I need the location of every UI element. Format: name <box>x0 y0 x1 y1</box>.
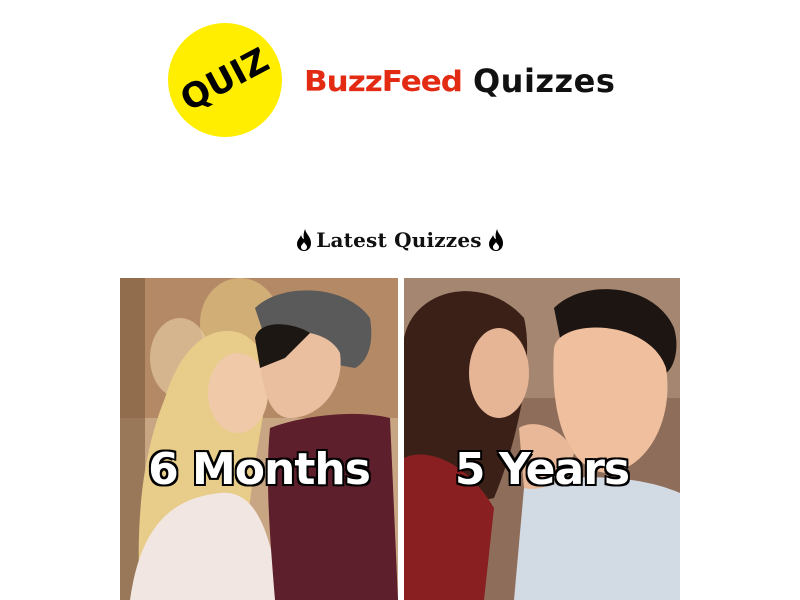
quiz-card-image <box>404 278 680 600</box>
flame-icon <box>294 228 314 252</box>
quiz-logo-text: QUIZ <box>174 40 276 120</box>
quiz-grid: 6 Months 5 Years <box>120 278 680 600</box>
brand-buzzfeed-wordmark: BuzzFeed <box>304 65 463 99</box>
flame-icon <box>486 228 506 252</box>
quiz-card[interactable]: 5 Years <box>404 278 680 600</box>
brand-quizzes-wordmark: Quizzes <box>472 62 616 100</box>
latest-quizzes-heading: Latest Quizzes <box>0 228 800 252</box>
section-title: Latest Quizzes <box>316 228 482 252</box>
quiz-logo-badge[interactable]: QUIZ <box>168 23 282 137</box>
buzzfeed-quizzes-logo[interactable]: BuzzFeed Quizzes <box>304 62 615 102</box>
quiz-card-label: 6 Months <box>147 443 373 497</box>
site-header: QUIZ BuzzFeed Quizzes <box>0 0 800 170</box>
quiz-card[interactable]: 6 Months <box>120 278 398 600</box>
quiz-card-label: 5 Years <box>453 443 631 497</box>
quiz-card-image <box>120 278 398 600</box>
